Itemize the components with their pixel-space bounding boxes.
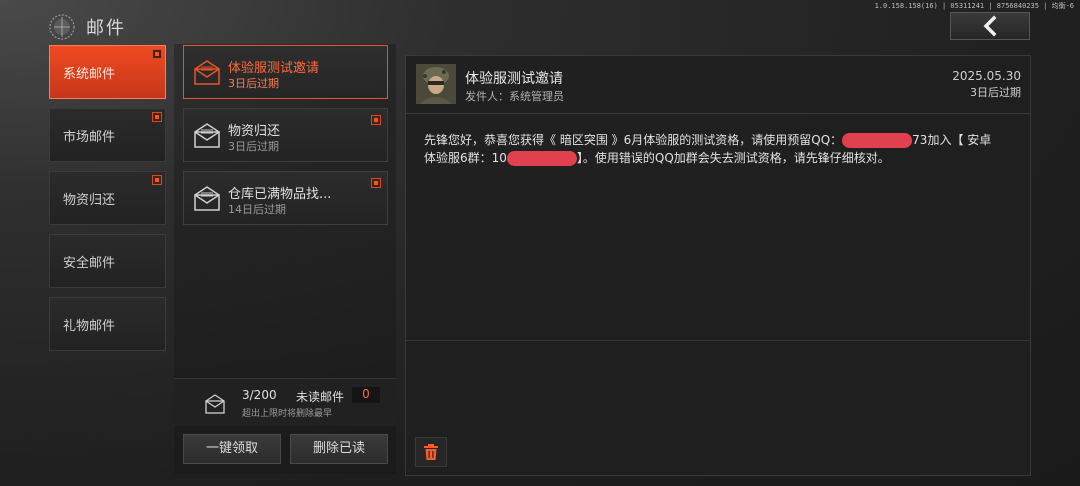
limit-hint: 超出上限时将删除最早 <box>242 409 333 419</box>
unread-indicator <box>152 49 162 59</box>
mail-detail-panel: 体验服测试邀请 发件人：系统管理员 2025.05.30 3日后过期 先锋您好，… <box>405 55 1031 476</box>
category-gift-mail[interactable]: 礼物邮件 <box>49 297 166 351</box>
unread-label: 未读邮件 <box>296 390 345 404</box>
mail-body-text: 73加入【 安卓 <box>912 133 992 147</box>
category-supply-return[interactable]: 物资归还 <box>49 171 166 225</box>
header-title-group: 邮件 <box>48 13 126 41</box>
category-label: 礼物邮件 <box>63 318 116 334</box>
mail-body: 先锋您好，恭喜您获得《 暗区突围 》6月体验服的测试资格，请使用预留QQ： 73加… <box>424 131 1014 167</box>
category-label: 安全邮件 <box>63 255 116 271</box>
decorative-strip <box>405 45 1031 51</box>
mail-counter: 3/200 未读邮件 0 超出上限时将删除最早 <box>174 378 396 426</box>
category-label: 物资归还 <box>63 192 116 208</box>
category-market-mail[interactable]: 市场邮件 <box>49 108 166 162</box>
envelope-icon <box>194 186 220 211</box>
chevron-left-icon <box>983 15 997 37</box>
delete-mail-button[interactable] <box>415 437 447 467</box>
mail-body-text: 先锋您好，恭喜您获得《 暗区突围 》6月体验服的测试资格，请使用预留QQ： <box>424 133 843 147</box>
mail-detail-title: 体验服测试邀请 <box>465 71 563 87</box>
envelope-icon <box>194 123 220 148</box>
mail-expiry: 14日后过期 <box>228 203 286 216</box>
unread-count: 0 <box>352 387 380 403</box>
mail-title: 仓库已满物品找... <box>228 187 332 202</box>
globe-icon <box>49 14 75 40</box>
mail-date: 2025.05.30 <box>952 69 1021 83</box>
category-label: 系统邮件 <box>63 66 116 82</box>
mail-item[interactable]: 物资归还 3日后过期 <box>183 108 388 162</box>
claim-all-button[interactable]: 一键领取 <box>183 434 281 464</box>
mail-body-text: 体验服6群：10 <box>424 151 507 165</box>
build-info: 1.0.158.158(16) | 05311241 | 8756840235 … <box>874 2 1074 10</box>
mail-title: 体验服测试邀请 <box>228 61 320 76</box>
unread-indicator <box>371 115 381 125</box>
back-button[interactable] <box>950 12 1030 40</box>
unread-indicator <box>371 178 381 188</box>
divider <box>406 340 1030 341</box>
unread-indicator <box>152 112 162 122</box>
redacted-group-number <box>506 151 577 166</box>
trash-icon <box>424 444 438 460</box>
page-title: 邮件 <box>86 18 126 39</box>
redacted-qq-number <box>842 133 913 148</box>
mail-sender: 发件人：系统管理员 <box>465 90 564 103</box>
unread-indicator <box>152 175 162 185</box>
mail-item[interactable]: 仓库已满物品找... 14日后过期 <box>183 171 388 225</box>
mail-body-text: 】。使用错误的QQ加群会失去测试资格，请先锋仔细核对。 <box>576 151 890 165</box>
avatar <box>416 64 456 104</box>
top-bar: 邮件 1.0.158.158(16) | 05311241 | 87568402… <box>0 0 1080 44</box>
mail-title: 物资归还 <box>228 124 281 139</box>
mail-item[interactable]: 体验服测试邀请 3日后过期 <box>183 45 388 99</box>
mail-detail-expiry: 3日后过期 <box>970 86 1021 99</box>
category-security-mail[interactable]: 安全邮件 <box>49 234 166 288</box>
category-label: 市场邮件 <box>63 129 116 145</box>
mail-expiry: 3日后过期 <box>228 140 279 153</box>
mail-expiry: 3日后过期 <box>228 77 279 90</box>
mail-count: 3/200 <box>242 388 277 402</box>
soldier-avatar-icon <box>416 64 456 104</box>
mailbox-icon <box>205 394 225 414</box>
category-system-mail[interactable]: 系统邮件 <box>49 45 166 99</box>
envelope-icon <box>194 60 220 85</box>
mail-detail-header: 体验服测试邀请 发件人：系统管理员 2025.05.30 3日后过期 <box>406 56 1030 114</box>
delete-read-button[interactable]: 删除已读 <box>290 434 388 464</box>
